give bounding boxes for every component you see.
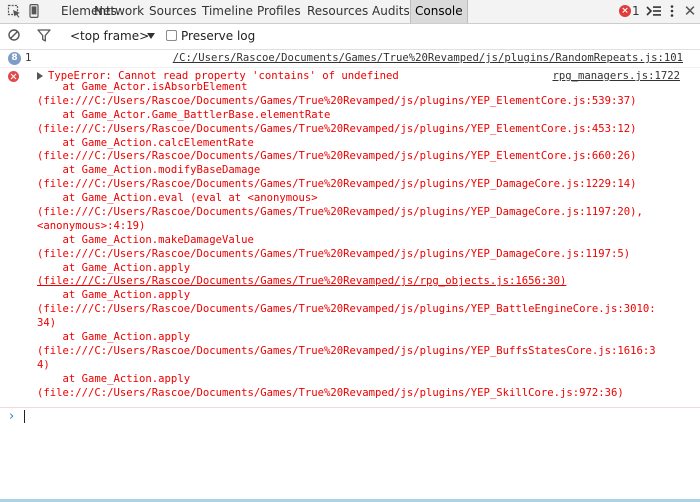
text-cursor — [24, 410, 25, 423]
stack-trace: at Game_Actor.isAbsorbElement (file:///C… — [37, 81, 682, 400]
stack-line: at Game_Action.apply — [37, 372, 191, 385]
frame-select[interactable]: <top frame> — [70, 24, 149, 49]
tab-timeline[interactable]: Timeline — [198, 0, 257, 23]
filter-icon[interactable] — [37, 29, 51, 42]
error-message: TypeError: Cannot read property 'contain… — [0, 68, 700, 408]
stack-line[interactable]: (file:///C:/Users/Rascoe/Documents/Games… — [37, 95, 682, 109]
stack-line[interactable]: (file:///C:/Users/Rascoe/Documents/Games… — [37, 345, 682, 359]
stack-line: at Game_Action.apply — [37, 331, 191, 344]
stack-line: at Game_Actor.isAbsorbElement — [37, 81, 248, 93]
tab-console[interactable]: Console — [410, 0, 468, 23]
clear-icon[interactable] — [8, 29, 20, 41]
inspect-icon[interactable] — [7, 4, 21, 18]
error-icon[interactable]: × — [619, 5, 631, 17]
stack-line[interactable]: (file:///C:/Users/Rascoe/Documents/Games… — [37, 150, 682, 164]
stack-line[interactable]: (file:///C:/Users/Rascoe/Documents/Games… — [37, 123, 682, 137]
info-message: 8 1 /C:/Users/Rascoe/Documents/Games/Tru… — [0, 50, 700, 68]
stack-line: at Game_Action.apply — [37, 289, 191, 302]
stack-line[interactable]: (file:///C:/Users/Rascoe/Documents/Games… — [37, 178, 682, 192]
stack-line[interactable]: 4) — [37, 359, 682, 373]
close-icon[interactable]: ✕ — [683, 3, 697, 19]
stack-line: <anonymous>:4:19) — [37, 219, 146, 232]
source-link[interactable]: /C:/Users/Rascoe/Documents/Games/True%20… — [173, 50, 683, 67]
console-prompt[interactable]: › — [0, 408, 700, 426]
stack-line[interactable]: (file:///C:/Users/Rascoe/Documents/Games… — [37, 387, 682, 401]
console-toolbar: <top frame> Preserve log — [0, 24, 700, 50]
error-icon — [8, 71, 19, 82]
stack-line: at Game_Action.eval (eval at <anonymous> — [37, 192, 318, 205]
stack-line[interactable]: (file:///C:/Users/Rascoe/Documents/Games… — [37, 248, 682, 262]
chevron-down-icon[interactable] — [147, 32, 155, 40]
prompt-icon: › — [9, 409, 15, 424]
preserve-log-label[interactable]: Preserve log — [181, 24, 255, 49]
stack-line: at Game_Action.makeDamageValue — [37, 233, 254, 246]
info-icon: 8 — [8, 52, 21, 65]
console-messages: 8 1 /C:/Users/Rascoe/Documents/Games/Tru… — [0, 50, 700, 499]
mobile-icon[interactable] — [29, 4, 39, 18]
tab-profiles[interactable]: Profiles — [253, 0, 305, 23]
stack-line[interactable]: (file:///C:/Users/Rascoe/Documents/Games… — [37, 206, 682, 220]
tab-resources[interactable]: Resources — [303, 0, 372, 23]
devtools-tab-bar: Elements Network Sources Timeline Profil… — [0, 0, 700, 24]
stack-line: at Game_Action.modifyBaseDamage — [37, 164, 261, 177]
stack-line: at Game_Action.apply — [37, 261, 191, 274]
repeat-count: 1 — [25, 52, 32, 64]
stack-line: at Game_Action.calcElementRate — [37, 136, 254, 149]
preserve-log-checkbox[interactable] — [166, 30, 177, 41]
tab-network[interactable]: Network — [90, 0, 148, 23]
error-count[interactable]: 1 — [632, 0, 640, 23]
drawer-icon[interactable] — [646, 4, 662, 18]
expand-icon[interactable] — [37, 72, 43, 80]
stack-line: at Game_Actor.Game_BattlerBase.elementRa… — [37, 108, 331, 121]
tab-audits[interactable]: Audits — [368, 0, 414, 23]
stack-line[interactable]: (file:///C:/Users/Rascoe/Documents/Games… — [37, 275, 682, 289]
tab-sources[interactable]: Sources — [145, 0, 200, 23]
stack-line[interactable]: (file:///C:/Users/Rascoe/Documents/Games… — [37, 303, 682, 317]
stack-line[interactable]: 34) — [37, 317, 682, 331]
dock-icon[interactable] — [669, 4, 675, 18]
